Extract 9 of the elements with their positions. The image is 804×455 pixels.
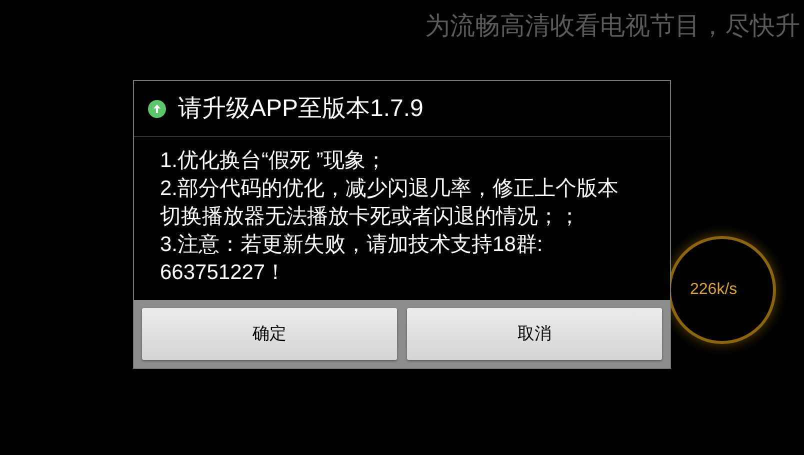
dialog-button[interactable]: 确定 <box>142 308 397 360</box>
dialog-button[interactable]: 取消 <box>407 308 662 360</box>
speed-reading: 226k/s <box>690 280 738 300</box>
banner-text: 为流畅高清收看电视节目，尽快升 <box>425 11 800 42</box>
note-text: 1.优化换台“假死 ”现象； <box>160 148 388 174</box>
note-text: 2.部分代码的优化，减少闪退几率，修正上个版本切换播放器无法播放卡死或者闪退的情况；； <box>160 176 620 230</box>
upgrade-icon <box>148 100 166 118</box>
dialog-title: 请升级APP至版本1.7.9 <box>178 94 424 124</box>
note-text: 3.注意：若更新失败，请加技术支持18群: 663751227！ <box>160 232 544 286</box>
